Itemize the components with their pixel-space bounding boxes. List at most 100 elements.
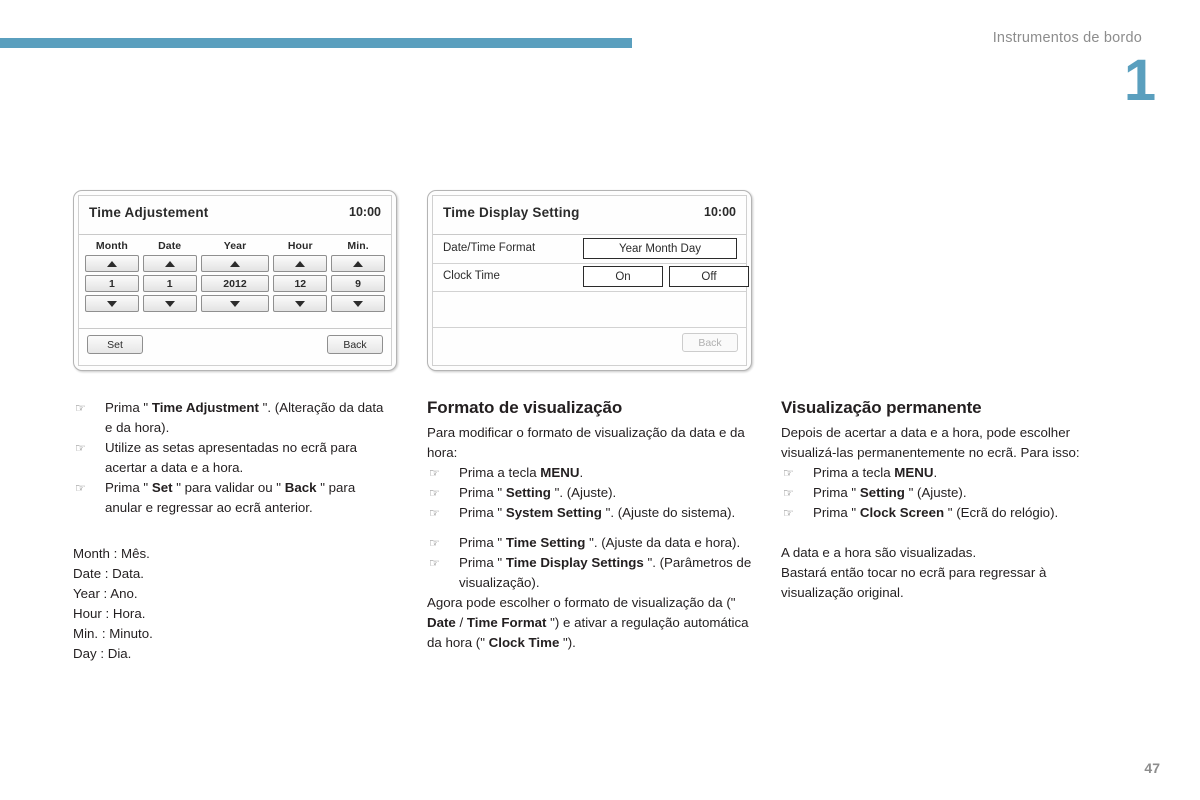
row-date-time-format: Date/Time Format Year Month Day: [433, 235, 746, 264]
minute-increment-button[interactable]: [331, 255, 385, 272]
right-instruction-list: ☞ Prima a tecla MENU. ☞ Prima " Setting …: [781, 463, 1106, 523]
minute-value[interactable]: 9: [331, 275, 385, 292]
text-column-left: ☞ Prima " Time Adjustment ". (Alteração …: [73, 398, 393, 664]
column-label-date: Date: [158, 240, 182, 252]
back-button[interactable]: Back: [682, 333, 738, 352]
screen-body: Time Adjustement 10:00 Month 1 Date 1 Ye…: [78, 195, 392, 366]
hour-decrement-button[interactable]: [273, 295, 328, 312]
year-value[interactable]: 2012: [200, 275, 270, 292]
year-decrement-button[interactable]: [200, 295, 270, 312]
list-item-text: Prima " Time Adjustment ". (Alteração da…: [105, 400, 384, 435]
triangle-down-icon: [106, 300, 117, 307]
list-item-text: Prima a tecla MENU.: [459, 465, 584, 480]
pointing-hand-icon: ☞: [75, 481, 86, 495]
screen-one-footer: Set Back: [79, 328, 391, 361]
list-item: ☞ Utilize as setas apresentadas no ecrã …: [73, 438, 393, 478]
adjust-column-date: Date 1: [142, 240, 197, 315]
pointing-hand-icon: ☞: [783, 466, 794, 480]
pointing-hand-icon: ☞: [783, 506, 794, 520]
column-label-hour: Hour: [287, 240, 313, 252]
date-time-format-value-button[interactable]: Year Month Day: [583, 238, 737, 259]
hour-increment-button[interactable]: [273, 255, 328, 272]
month-value[interactable]: 1: [85, 275, 139, 292]
pointing-hand-icon: ☞: [783, 486, 794, 500]
middle-instruction-list-top: ☞ Prima a tecla MENU. ☞ Prima " Setting …: [427, 463, 752, 523]
triangle-down-icon: [229, 300, 240, 307]
pointing-hand-icon: ☞: [75, 401, 86, 415]
triangle-up-icon: [353, 260, 364, 267]
screen-clock: 10:00: [349, 205, 381, 219]
screen-titlebar: Time Adjustement 10:00: [79, 196, 391, 235]
hour-value[interactable]: 12: [273, 275, 328, 292]
screen-two-footer: Back: [433, 323, 746, 365]
screenshot-time-adjustement: Time Adjustement 10:00 Month 1 Date 1 Ye…: [73, 190, 397, 371]
date-decrement-button[interactable]: [142, 295, 197, 312]
section-outro: A data e a hora são visualizadas. Bastará…: [781, 545, 1047, 600]
column-label-minute: Min.: [347, 240, 369, 252]
minute-decrement-button[interactable]: [331, 295, 385, 312]
glossary-item: Date : Data.: [73, 566, 144, 581]
text-column-middle: Formato de visualização Para modificar o…: [427, 398, 752, 653]
list-item-text: Utilize as setas apresentadas no ecrã pa…: [105, 440, 358, 475]
list-item-text: Prima " Set " para validar ou " Back " p…: [105, 480, 356, 515]
list-item-text: Prima " Setting ". (Ajuste).: [459, 485, 617, 500]
row-label-clock-time: Clock Time: [443, 270, 500, 282]
list-item: ☞ Prima a tecla MENU.: [781, 463, 1106, 483]
page-number: 47: [1144, 760, 1160, 776]
pointing-hand-icon: ☞: [429, 556, 440, 570]
back-button[interactable]: Back: [327, 335, 383, 354]
glossary-item: Day : Dia.: [73, 646, 132, 661]
glossary-item: Year : Ano.: [73, 586, 138, 601]
triangle-up-icon: [229, 260, 240, 267]
section-heading: Formato de visualização: [427, 398, 623, 417]
month-increment-button[interactable]: [85, 255, 139, 272]
clock-time-off-button[interactable]: Off: [669, 266, 749, 287]
list-item-text: Prima " Time Setting ". (Ajuste da data …: [459, 535, 741, 550]
glossary-item: Min. : Minuto.: [73, 626, 153, 641]
list-item-text: Prima " Time Display Settings ". (Parâme…: [459, 555, 752, 590]
screen-body: Time Display Setting 10:00 Date/Time For…: [432, 195, 749, 366]
screen-titlebar: Time Display Setting 10:00: [433, 196, 746, 235]
section-outro: Agora pode escolher o formato de visuali…: [427, 595, 749, 650]
screen-title: Time Adjustement: [89, 205, 209, 220]
pointing-hand-icon: ☞: [75, 441, 86, 455]
header-accent-rule: [0, 38, 632, 48]
list-item: ☞ Prima " Time Adjustment ". (Alteração …: [73, 398, 393, 438]
section-intro: Para modificar o formato de visualização…: [427, 425, 745, 460]
list-item: ☞ Prima " Setting " (Ajuste).: [781, 483, 1106, 503]
list-item-text: Prima " Setting " (Ajuste).: [813, 485, 967, 500]
screen-title: Time Display Setting: [443, 205, 580, 220]
column-label-year: Year: [223, 240, 247, 252]
list-item: ☞ Prima " Set " para validar ou " Back "…: [73, 478, 393, 518]
column-label-month: Month: [95, 240, 128, 252]
pointing-hand-icon: ☞: [429, 466, 440, 480]
adjust-column-year: Year 2012: [200, 240, 270, 315]
text-column-right: Visualização permanente Depois de acerta…: [781, 398, 1106, 603]
pointing-hand-icon: ☞: [429, 486, 440, 500]
triangle-up-icon: [295, 260, 306, 267]
row-label-date-time-format: Date/Time Format: [443, 242, 536, 254]
adjust-column-hour: Hour 12: [273, 240, 328, 315]
triangle-up-icon: [106, 260, 117, 267]
list-item-text: Prima " System Setting ". (Ajuste do sis…: [459, 505, 736, 520]
date-increment-button[interactable]: [142, 255, 197, 272]
triangle-down-icon: [164, 300, 175, 307]
date-value[interactable]: 1: [142, 275, 197, 292]
clock-time-on-button[interactable]: On: [583, 266, 663, 287]
set-button[interactable]: Set: [87, 335, 143, 354]
list-item: ☞ Prima " Time Display Settings ". (Parâ…: [427, 553, 752, 593]
pointing-hand-icon: ☞: [429, 536, 440, 550]
list-item: ☞ Prima " Clock Screen " (Ecrã do relógi…: [781, 503, 1106, 523]
adjust-column-month: Month 1: [85, 240, 139, 315]
list-item: ☞ Prima " Setting ". (Ajuste).: [427, 483, 752, 503]
screenshot-time-display-setting: Time Display Setting 10:00 Date/Time For…: [427, 190, 752, 371]
year-increment-button[interactable]: [200, 255, 270, 272]
triangle-down-icon: [295, 300, 306, 307]
glossary-item: Month : Mês.: [73, 546, 150, 561]
time-adjust-grid: Month 1 Date 1 Year 2012 Hour 12 Min. 9: [85, 240, 385, 315]
triangle-up-icon: [164, 260, 175, 267]
month-decrement-button[interactable]: [85, 295, 139, 312]
